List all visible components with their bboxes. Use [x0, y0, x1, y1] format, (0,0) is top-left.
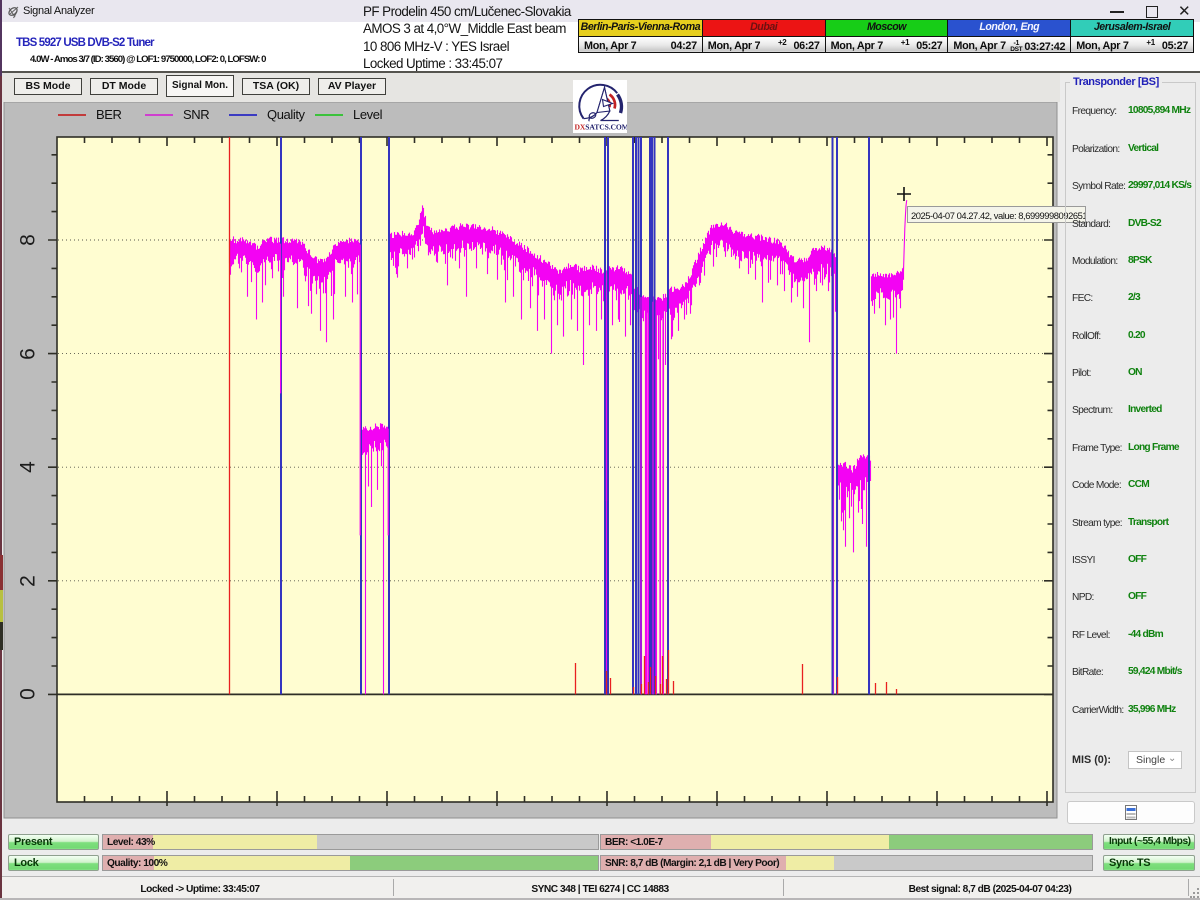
svg-text:DXSATCS.COM: DXSATCS.COM: [575, 123, 628, 132]
svg-text:2: 2: [17, 575, 40, 587]
svg-text:8: 8: [17, 234, 40, 246]
svg-text:4: 4: [17, 461, 40, 473]
svg-text:0: 0: [17, 688, 40, 700]
svg-text:6: 6: [17, 348, 40, 360]
